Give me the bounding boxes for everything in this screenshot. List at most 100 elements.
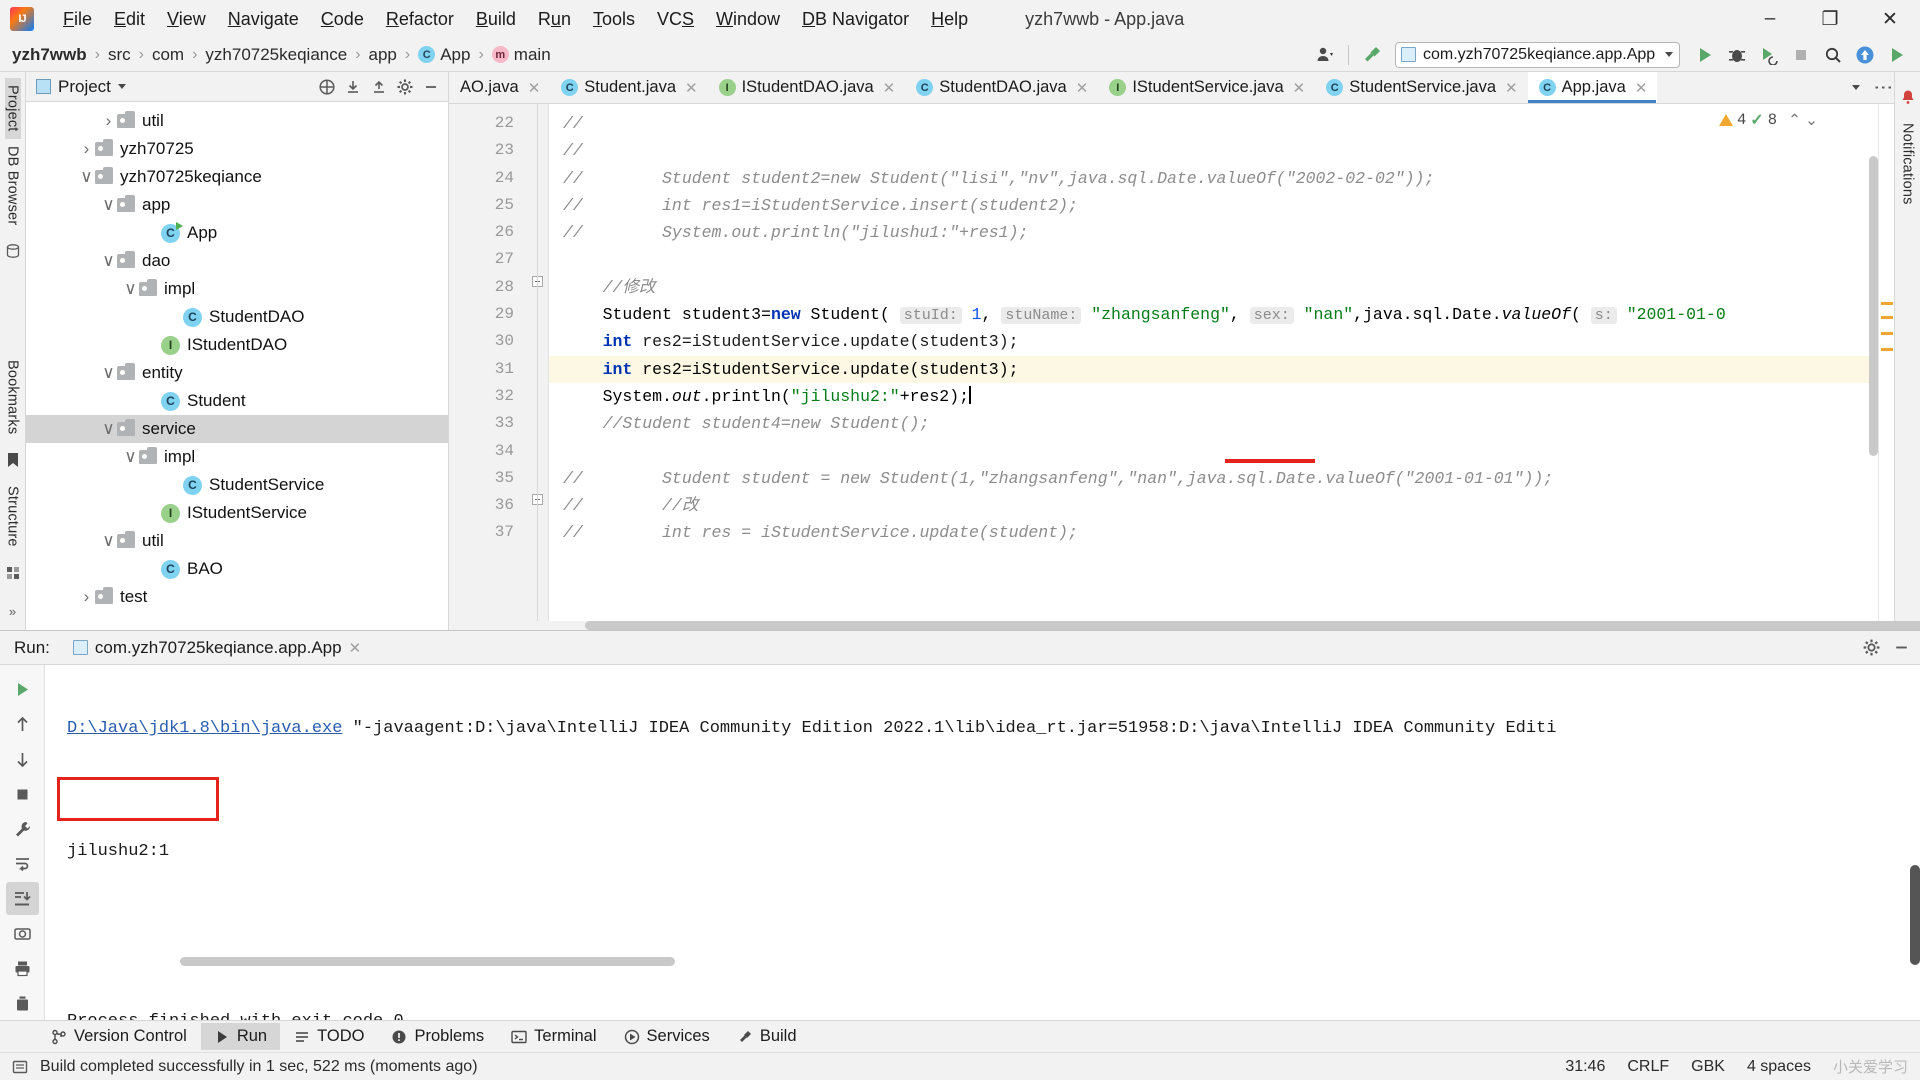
update-project-icon[interactable]	[1850, 40, 1880, 70]
tree-node[interactable]: C App	[26, 219, 448, 247]
breadcrumb-method-main[interactable]: main	[514, 45, 551, 65]
menu-item-edit[interactable]: Edit	[103, 5, 156, 34]
menu-item-tools[interactable]: Tools	[582, 5, 646, 34]
bottom-tab-problems[interactable]: Problems	[378, 1023, 497, 1050]
breadcrumb-src[interactable]: src	[108, 45, 131, 65]
tree-node[interactable]: ∨ util	[26, 527, 448, 555]
tree-node[interactable]: ∨ impl	[26, 443, 448, 471]
code-line[interactable]: //	[549, 110, 1878, 137]
stop-icon[interactable]	[1786, 40, 1816, 70]
chevron-down-icon[interactable]: ∨	[122, 279, 139, 298]
tree-node[interactable]: C Student	[26, 387, 448, 415]
scrollbar-thumb[interactable]	[585, 621, 1920, 630]
console-vertical-scrollbar[interactable]	[1910, 865, 1920, 965]
tree-node[interactable]: C BAO	[26, 555, 448, 583]
database-icon[interactable]	[3, 241, 23, 261]
tree-node[interactable]: ∨ service	[26, 415, 448, 443]
scroll-down-icon[interactable]	[6, 743, 39, 776]
sidebar-item-notifications[interactable]: Notifications	[1900, 116, 1916, 212]
chevron-down-icon[interactable]	[1665, 52, 1673, 57]
breadcrumb-yzh7wwb[interactable]: yzh7wwb	[12, 45, 87, 65]
next-problem-icon[interactable]: ⌄	[1805, 111, 1818, 130]
sidebar-item-structure[interactable]: Structure	[5, 479, 21, 554]
collapse-all-icon[interactable]	[366, 74, 392, 100]
editor-tab-ao-java[interactable]: AO.java ✕	[449, 72, 550, 103]
indent-setting[interactable]: 4 spaces	[1747, 1058, 1811, 1076]
caret-position[interactable]: 31:46	[1565, 1058, 1605, 1076]
run-icon[interactable]	[1690, 40, 1720, 70]
code-line[interactable]: System.out.println("jilushu2:"+res2);	[549, 383, 1878, 410]
chevron-right-icon[interactable]: ›	[78, 587, 95, 606]
error-marker-bar[interactable]	[1878, 104, 1894, 621]
tree-node[interactable]: › test	[26, 583, 448, 611]
structure-icon[interactable]	[3, 563, 23, 583]
notifications-bell-icon[interactable]	[1898, 87, 1918, 107]
project-tree[interactable]: › util › yzh70725 ∨ yzh70725keqiance ∨ app C App ∨…	[26, 102, 448, 630]
code-line[interactable]: // System.out.println("jilushu1:"+res1);	[549, 219, 1878, 246]
breadcrumb-com[interactable]: com	[152, 45, 184, 65]
editor-tab-studentdao-java[interactable]: C StudentDAO.java ✕	[905, 72, 1098, 103]
run-console[interactable]: D:\Java\jdk1.8\bin\java.exe "-javaagent:…	[45, 665, 1920, 1020]
tree-node[interactable]: I IStudentService	[26, 499, 448, 527]
bottom-tab-build[interactable]: Build	[724, 1023, 810, 1050]
code-line[interactable]: //	[549, 137, 1878, 164]
soft-wrap-icon[interactable]	[6, 848, 39, 881]
close-icon[interactable]: ✕	[349, 639, 362, 657]
inspection-status[interactable]: 4 ✓ 8 ⌃ ⌄	[1718, 110, 1818, 130]
tree-node[interactable]: › util	[26, 107, 448, 135]
code-line[interactable]: int res2=iStudentService.update(student3…	[549, 355, 1878, 383]
java-exe-link[interactable]: D:\Java\jdk1.8\bin\java.exe	[67, 719, 342, 738]
settings-gear-icon[interactable]	[392, 74, 418, 100]
warning-marker[interactable]	[1881, 332, 1893, 335]
editor-gutter[interactable]: 22 23 24 25 26 27 28 29 30 31 32 33 34 35 36 37	[449, 104, 527, 621]
scroll-up-icon[interactable]	[6, 708, 39, 741]
user-avatar-icon[interactable]	[1310, 40, 1340, 70]
more-options-icon[interactable]: ⋮	[1872, 78, 1893, 97]
chevron-down-icon[interactable]: ∨	[122, 447, 139, 466]
chevron-down-icon[interactable]	[1852, 85, 1860, 90]
chevron-down-icon[interactable]: ∨	[78, 167, 95, 186]
editor-vertical-scrollbar[interactable]	[1868, 104, 1878, 621]
menu-item-view[interactable]: View	[156, 5, 217, 34]
close-button[interactable]: ✕	[1860, 0, 1920, 38]
build-hammer-icon[interactable]	[1357, 40, 1387, 70]
scroll-from-source-icon[interactable]	[314, 74, 340, 100]
sidebar-item-db-browser[interactable]: DB Browser	[5, 139, 21, 232]
run-with-coverage-icon[interactable]	[1754, 40, 1784, 70]
tree-node[interactable]: C StudentDAO	[26, 303, 448, 331]
editor-tab-istudentservice-java[interactable]: I IStudentService.java ✕	[1098, 72, 1315, 103]
search-icon[interactable]	[1818, 40, 1848, 70]
close-tab-icon[interactable]: ✕	[883, 79, 896, 97]
bottom-tab-run[interactable]: Run	[200, 1023, 281, 1050]
chevron-right-icon[interactable]: ›	[78, 139, 95, 158]
code-line[interactable]	[549, 438, 1878, 465]
menu-item-code[interactable]: Code	[310, 5, 375, 34]
event-log-icon[interactable]	[12, 1059, 28, 1075]
run-configuration-selector[interactable]: com.yzh70725keqiance.app.App	[1395, 41, 1680, 68]
chevron-down-icon[interactable]	[117, 84, 126, 89]
settings-gear-icon[interactable]	[1858, 635, 1884, 661]
close-tab-icon[interactable]: ✕	[1635, 79, 1648, 97]
debug-icon[interactable]	[1722, 40, 1752, 70]
code-line[interactable]: // int res1=iStudentService.insert(stude…	[549, 192, 1878, 219]
line-separator[interactable]: CRLF	[1627, 1058, 1669, 1076]
breadcrumb-class-app[interactable]: App	[440, 45, 470, 65]
tree-node[interactable]: C StudentService	[26, 471, 448, 499]
print-icon[interactable]	[6, 952, 39, 985]
menu-item-vcs[interactable]: VCS	[646, 5, 705, 34]
close-tab-icon[interactable]: ✕	[1076, 79, 1089, 97]
bottom-tab-services[interactable]: Services	[611, 1023, 723, 1050]
camera-icon[interactable]	[6, 917, 39, 950]
rerun-play-icon[interactable]	[6, 673, 39, 706]
tree-node[interactable]: ∨ impl	[26, 275, 448, 303]
menu-item-db-navigator[interactable]: DB Navigator	[791, 5, 920, 34]
chevron-down-icon[interactable]: ∨	[100, 195, 117, 214]
editor-tab-istudentdao-java[interactable]: I IStudentDAO.java ✕	[708, 72, 906, 103]
chevron-right-icon[interactable]: ›	[100, 111, 117, 130]
chevron-down-icon[interactable]: ∨	[100, 531, 117, 550]
chevron-down-icon[interactable]: ∨	[100, 363, 117, 382]
sidebar-item-bookmarks[interactable]: Bookmarks	[5, 353, 21, 441]
menu-item-navigate[interactable]: Navigate	[217, 5, 310, 34]
scrollbar-thumb[interactable]	[1869, 156, 1878, 456]
maximize-button[interactable]: ❐	[1800, 0, 1860, 38]
